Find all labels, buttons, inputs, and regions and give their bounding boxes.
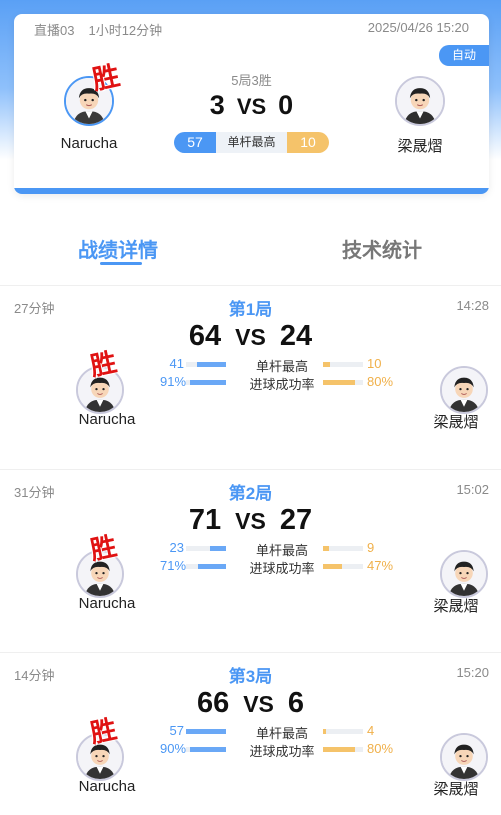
left-pot-rate: 91% <box>160 374 187 389</box>
frame-score: 66 VS 6 <box>0 687 501 720</box>
frame-left-score: 64 <box>188 320 222 352</box>
left-break-bar <box>186 546 226 551</box>
frame-right-score: 27 <box>279 504 313 536</box>
frame-left-score: 71 <box>188 504 222 536</box>
match-detail-page: 直播03 1小时12分钟 2025/04/26 15:20 自动 胜 Naruch… <box>0 0 501 815</box>
tab-bar: 战绩详情 技术统计 <box>0 228 501 268</box>
right-player-avatar[interactable] <box>440 733 488 781</box>
vs-label: VS <box>235 508 266 534</box>
pot-success-label: 进球成功率 <box>249 561 315 576</box>
highest-break-label: 单杆最高 <box>255 543 308 558</box>
frame-right-score: 24 <box>279 320 313 352</box>
highest-break-label: 单杆最高 <box>216 132 287 153</box>
left-highest-break: 23 <box>169 540 184 555</box>
player-portrait-icon <box>442 552 486 596</box>
frame-card[interactable]: 31分钟 第2局 15:02 71 VS 27 23 单杆最高 9 71% 进球成功率 47% 胜 Nar… <box>0 470 501 653</box>
frame-score: 64 VS 24 <box>0 320 501 353</box>
frame-time: 15:20 <box>456 665 489 680</box>
right-player-name: 梁晟熠 <box>433 414 479 431</box>
pot-success-row: 71% 进球成功率 47% <box>160 558 400 576</box>
right-player-avatar[interactable] <box>440 366 488 414</box>
right-break-bar <box>323 546 363 551</box>
right-player-name: 梁晟熠 <box>433 598 479 615</box>
card-accent-bar <box>14 188 489 194</box>
left-rate-bar <box>186 747 226 752</box>
highest-break-pill: 57 单杆最高 10 <box>174 132 329 153</box>
right-player-avatar[interactable] <box>440 550 488 598</box>
left-pot-rate: 71% <box>160 558 187 573</box>
match-summary-card: 直播03 1小时12分钟 2025/04/26 15:20 自动 胜 Naruch… <box>14 14 489 194</box>
highest-break-row: 41 单杆最高 10 <box>160 356 400 374</box>
frame-title: 第2局 <box>228 484 273 503</box>
vs-label: VS <box>243 691 274 717</box>
match-meta: 直播03 1小时12分钟 <box>34 20 162 39</box>
right-pot-rate: 47% <box>367 558 394 573</box>
vs-label: VS <box>235 324 266 350</box>
right-pot-rate: 80% <box>367 741 394 756</box>
frame-time: 14:28 <box>456 298 489 313</box>
player-portrait-icon <box>397 78 443 124</box>
frame-time: 15:02 <box>456 482 489 497</box>
highest-break-row: 23 单杆最高 9 <box>160 540 400 558</box>
right-pot-rate: 80% <box>367 374 394 389</box>
frame-card[interactable]: 27分钟 第1局 14:28 64 VS 24 41 单杆最高 10 91% 进球成功率 80% 胜 Na… <box>0 286 501 469</box>
pot-success-row: 90% 进球成功率 80% <box>160 741 400 759</box>
left-highest-break: 57 <box>174 132 216 153</box>
player-portrait-icon <box>442 735 486 779</box>
frame-title: 第3局 <box>228 667 273 686</box>
right-rate-bar <box>323 380 363 385</box>
vs-label: VS <box>236 94 267 119</box>
match-duration: 1小时12分钟 <box>88 23 163 38</box>
left-break-bar <box>186 729 226 734</box>
left-total-score: 3 <box>209 90 225 120</box>
highest-break-row: 57 单杆最高 4 <box>160 723 400 741</box>
right-total-score: 0 <box>278 90 294 120</box>
frame-card[interactable]: 14分钟 第3局 15:20 66 VS 6 57 单杆最高 4 90% 进球成功率 80% 胜 Naru… <box>0 653 501 815</box>
frame-right-score: 6 <box>287 687 305 719</box>
right-break-bar <box>323 362 363 367</box>
left-player-name: Narucha <box>78 595 136 612</box>
match-datetime: 2025/04/26 15:20 <box>367 20 469 35</box>
left-highest-break: 41 <box>169 356 184 371</box>
player-portrait-icon <box>442 368 486 412</box>
left-player-name: Narucha <box>60 135 118 152</box>
right-highest-break: 10 <box>287 132 329 153</box>
pot-success-label: 进球成功率 <box>249 377 315 392</box>
right-highest-break: 4 <box>367 723 375 738</box>
left-player-name: Narucha <box>78 778 136 795</box>
right-rate-bar <box>323 747 363 752</box>
pot-success-row: 91% 进球成功率 80% <box>160 374 400 392</box>
left-highest-break: 57 <box>169 723 184 738</box>
right-rate-bar <box>323 564 363 569</box>
active-tab-indicator <box>100 262 142 265</box>
highest-break-label: 单杆最高 <box>255 359 308 374</box>
left-pot-rate: 90% <box>160 741 187 756</box>
right-player-avatar[interactable] <box>395 76 445 126</box>
right-highest-break: 9 <box>367 540 375 555</box>
right-player-name: 梁晟熠 <box>397 138 443 155</box>
auto-badge[interactable]: 自动 <box>439 45 489 66</box>
tab-tech-stats[interactable]: 技术统计 <box>342 234 422 263</box>
left-player-name: Narucha <box>78 411 136 428</box>
right-break-bar <box>323 729 363 734</box>
highest-break-label: 单杆最高 <box>255 726 308 741</box>
right-player-name: 梁晟熠 <box>433 781 479 798</box>
frame-left-score: 66 <box>196 687 230 719</box>
frame-score: 71 VS 27 <box>0 504 501 537</box>
pot-success-label: 进球成功率 <box>249 744 315 759</box>
tab-match-details[interactable]: 战绩详情 <box>78 234 158 263</box>
right-highest-break: 10 <box>367 356 382 371</box>
left-break-bar <box>186 362 226 367</box>
frame-title: 第1局 <box>228 300 273 319</box>
left-rate-bar <box>186 564 226 569</box>
channel-label: 直播03 <box>34 23 75 38</box>
left-rate-bar <box>186 380 226 385</box>
